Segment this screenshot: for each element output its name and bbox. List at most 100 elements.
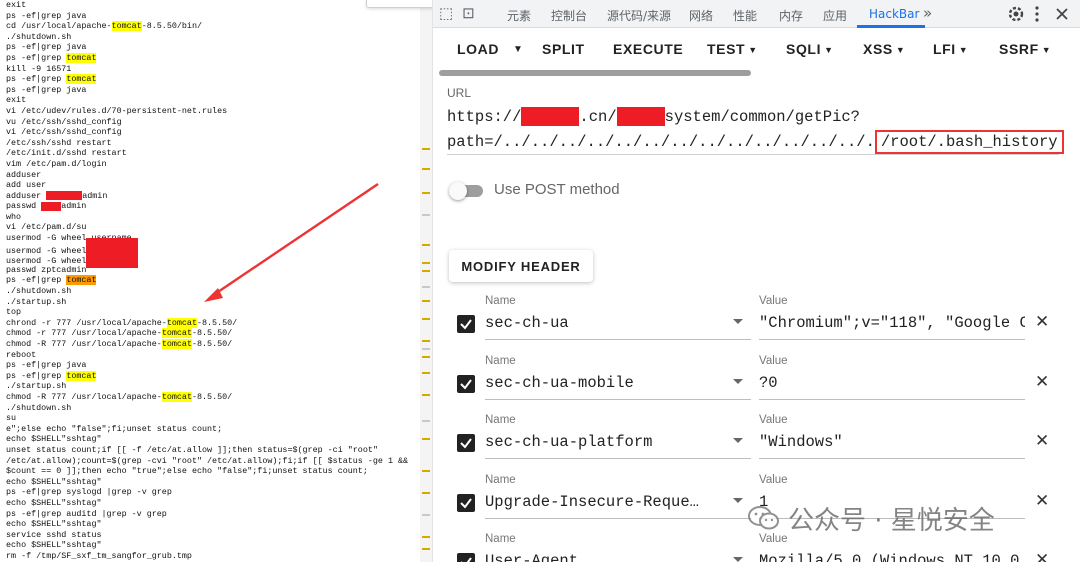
execute-button[interactable]: EXECUTE — [613, 41, 683, 57]
history-line: passwd zptcadmin — [6, 265, 420, 276]
tab-application[interactable]: 应用 — [823, 7, 847, 24]
header-enabled-checkbox[interactable] — [457, 434, 475, 452]
history-line: ps -ef|grep auditd |grep -v grep — [6, 509, 420, 520]
history-text: ./startup.sh — [6, 296, 67, 307]
remove-header-icon[interactable]: ✕ — [1035, 312, 1049, 332]
scroll-marker — [422, 318, 430, 320]
history-line: who — [6, 212, 420, 223]
history-line: ps -ef|grep tomcat — [6, 52, 420, 64]
load-button[interactable]: LOAD — [457, 41, 499, 57]
history-text: ./shutdown.sh — [6, 402, 72, 413]
redaction — [46, 190, 83, 200]
header-name-dropdown-icon[interactable] — [733, 557, 743, 562]
xss-menu[interactable]: XSS ▼ — [863, 41, 905, 57]
header-name-dropdown-icon[interactable] — [733, 438, 743, 443]
header-value-field[interactable]: ?0 — [759, 374, 1025, 392]
history-text: chmod -R 777 /usr/local/apache- — [6, 339, 162, 349]
tab-performance[interactable]: 性能 — [733, 7, 757, 24]
history-text: echo $SHELL"sshtag" — [6, 540, 102, 551]
header-enabled-checkbox[interactable] — [457, 493, 475, 512]
sqli-menu[interactable]: SQLI ▼ — [786, 41, 834, 57]
header-enabled-checkbox[interactable] — [457, 374, 475, 393]
remove-header-icon[interactable]: ✕ — [1035, 550, 1049, 562]
field-underline — [759, 398, 1025, 400]
history-line: ./startup.sh — [6, 381, 420, 392]
history-line: ./shutdown.sh — [6, 286, 420, 297]
header-name-field[interactable]: Upgrade-Insecure-Reque… — [485, 493, 715, 511]
hackbar-toolbar: LOAD ▼ SPLIT EXECUTE TEST ▼ SQLI ▼ XSS ▼ LF… — [433, 28, 1080, 72]
test-menu[interactable]: TEST ▼ — [707, 41, 758, 57]
history-line: ps -ef|grep java — [6, 42, 420, 53]
history-text: su — [6, 413, 17, 424]
history-text: reboot — [6, 349, 37, 360]
redaction — [86, 248, 139, 269]
history-line: /etc/ssh/sshd restart — [6, 138, 420, 149]
header-name-field[interactable]: sec-ch-ua-platform — [485, 433, 715, 451]
history-text: cd /usr/local/apache- — [6, 21, 112, 32]
scroll-marker — [422, 286, 430, 288]
search-highlight: tomcat — [161, 328, 192, 339]
scroll-marker — [422, 372, 430, 374]
history-line: vi /etc/ssh/sshd_config — [6, 127, 420, 138]
history-text: vi /etc/ssh/sshd_config — [6, 127, 122, 138]
post-method-toggle[interactable] — [449, 182, 483, 200]
header-name-field[interactable]: User-Agent — [485, 552, 715, 562]
scroll-marker — [422, 262, 430, 264]
header-enabled-checkbox[interactable] — [457, 315, 475, 333]
history-text: echo $SHELL"sshtag" — [6, 497, 102, 508]
history-line: vi /etc/pam.d/su — [6, 222, 420, 233]
header-name-label: Name — [485, 414, 516, 426]
remove-header-icon[interactable]: ✕ — [1035, 491, 1049, 511]
header-value-label: Value — [759, 295, 788, 307]
header-name-label: Name — [485, 533, 516, 545]
header-value-field[interactable]: "Windows" — [759, 433, 1025, 451]
scroll-marker — [422, 348, 430, 350]
bash-history-panel: exit ps -ef|grep java cd /usr/local/apache… — [0, 0, 420, 562]
url-textarea[interactable]: https://.cn/system/common/getPic? path=/… — [447, 106, 1077, 154]
history-text: vi /etc/udev/rules.d/70-persistent-net.r… — [6, 105, 228, 116]
tab-console[interactable]: 控制台 — [551, 7, 587, 24]
check-icon — [460, 378, 472, 390]
history-text: top — [6, 307, 22, 318]
scroll-marker — [422, 168, 430, 170]
toolbar-scrollbar[interactable] — [439, 70, 751, 76]
header-name-field[interactable]: sec-ch-ua-mobile — [485, 374, 715, 392]
history-line: chmod -R 777 /usr/local/apache-tomcat-8.… — [6, 391, 420, 403]
header-value-field[interactable]: Mozilla/5.0 (Windows NT 10.0 — [759, 552, 1025, 562]
header-name-dropdown-icon[interactable] — [733, 378, 743, 384]
header-name-dropdown-icon[interactable] — [733, 497, 743, 503]
check-icon — [461, 557, 472, 562]
header-value-field[interactable]: "Chromium";v="118", "Google Ch — [759, 314, 1025, 332]
history-text: exit — [6, 0, 27, 10]
post-method-label: Use POST method — [494, 181, 620, 198]
close-icon[interactable] — [1055, 7, 1069, 21]
target-path-highlight: /root/.bash_history — [874, 130, 1064, 154]
tab-elements[interactable]: 元素 — [507, 7, 531, 24]
modify-header-button[interactable]: MODIFY HEADER — [449, 250, 593, 282]
ssrf-menu[interactable]: SSRF ▼ — [999, 41, 1051, 57]
header-name-field[interactable]: sec-ch-ua — [485, 314, 715, 332]
history-text: exit — [6, 95, 27, 106]
history-line: service sshd status — [6, 530, 420, 541]
header-name-dropdown-icon[interactable] — [733, 319, 743, 324]
kebab-icon[interactable] — [1034, 6, 1040, 22]
split-button[interactable]: SPLIT — [542, 41, 585, 57]
load-dropdown-icon[interactable]: ▼ — [513, 44, 524, 55]
header-enabled-checkbox[interactable] — [457, 553, 475, 562]
toggle-knob — [449, 182, 467, 200]
more-tabs-icon[interactable]: » — [923, 4, 932, 22]
gear-icon[interactable] — [1007, 5, 1025, 23]
tab-network[interactable]: 网络 — [689, 7, 713, 24]
remove-header-icon[interactable]: ✕ — [1035, 372, 1049, 392]
search-highlight: tomcat — [66, 275, 97, 286]
tab-hackbar[interactable]: HackBar — [869, 7, 919, 21]
history-line: cd /usr/local/apache-tomcat-8.5.50/bin/ — [6, 21, 420, 32]
remove-header-icon[interactable]: ✕ — [1035, 431, 1049, 451]
scroll-marker-strip[interactable] — [420, 0, 432, 562]
tab-memory[interactable]: 内存 — [779, 7, 803, 24]
inspect-icon[interactable]: ⬚ ⊡ — [439, 4, 475, 23]
lfi-menu[interactable]: LFI ▼ — [933, 41, 968, 57]
tab-sources[interactable]: 源代码/来源 — [607, 7, 671, 24]
history-line: usermod -G wheel — [6, 237, 420, 258]
url-label: URL — [447, 86, 472, 100]
